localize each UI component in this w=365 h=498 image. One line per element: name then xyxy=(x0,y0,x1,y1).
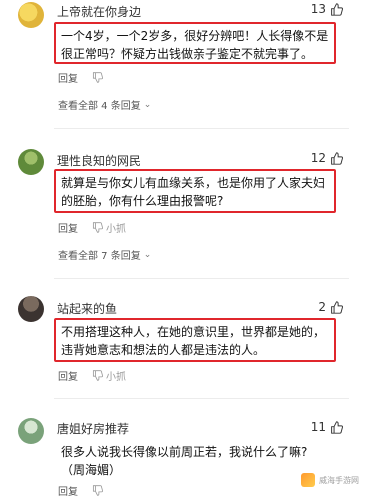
reply-button[interactable]: 回复 xyxy=(58,70,78,85)
like-button[interactable]: 12 xyxy=(311,151,343,165)
dislike-button[interactable]: 小抓 xyxy=(92,368,126,383)
comment-actions: 回复 小抓 xyxy=(58,220,126,235)
like-count: 2 xyxy=(318,300,326,314)
divider xyxy=(54,278,349,279)
reply-button[interactable]: 回复 xyxy=(58,220,78,235)
like-count: 13 xyxy=(310,2,326,16)
watermark-text: 威海手游网 xyxy=(319,475,359,485)
chevron-down-icon: ⌄ xyxy=(143,249,152,260)
reply-button[interactable]: 回复 xyxy=(58,368,78,383)
thumbs-up-icon xyxy=(330,151,343,165)
view-replies-label: 查看全部 4 条回复 xyxy=(58,101,141,112)
username[interactable]: 站起来的鱼 xyxy=(57,300,117,317)
comment-actions: 回复 xyxy=(58,483,103,498)
divider xyxy=(54,398,349,399)
like-button[interactable]: 13 xyxy=(311,2,343,16)
thumbs-down-icon xyxy=(92,72,103,83)
thumbs-down-icon xyxy=(92,222,103,233)
divider xyxy=(54,128,349,129)
view-replies-label: 查看全部 7 条回复 xyxy=(58,251,141,262)
username[interactable]: 上帝就在你身边 xyxy=(57,3,141,20)
comment-text: 很多人说我长得像以前周正若，我说什么了嘛?（周海媚） xyxy=(61,445,308,477)
like-count: 12 xyxy=(310,151,326,165)
username[interactable]: 唐姐好房推荐 xyxy=(57,420,129,437)
dislike-button[interactable] xyxy=(92,485,103,496)
dislike-label: 小抓 xyxy=(106,372,126,383)
thumbs-up-icon xyxy=(330,300,343,314)
chevron-down-icon: ⌄ xyxy=(143,99,152,110)
avatar[interactable] xyxy=(18,2,44,28)
thumbs-down-icon xyxy=(92,370,103,381)
view-all-replies[interactable]: 查看全部 4 条回复 ⌄ xyxy=(58,97,152,113)
thumbs-up-icon xyxy=(330,2,343,16)
comment-actions: 回复 小抓 xyxy=(58,368,126,383)
dislike-label: 小抓 xyxy=(106,224,126,235)
reply-button[interactable]: 回复 xyxy=(58,483,78,498)
comment-text: 一个4岁，一个2岁多，很好分辨吧！人长得像不是很正常吗？怀疑方出钱做亲子鉴定不就… xyxy=(54,22,336,64)
dislike-button[interactable] xyxy=(92,72,103,83)
watermark-logo-icon xyxy=(301,473,315,487)
comment-actions: 回复 xyxy=(58,70,103,85)
username[interactable]: 理性良知的网民 xyxy=(57,152,141,169)
watermark: 威海手游网 xyxy=(301,473,359,487)
avatar[interactable] xyxy=(18,149,44,175)
comment-text: 就算是与你女儿有血缘关系，也是你用了人家夫妇的胚胎，你有什么理由报警呢? xyxy=(54,169,336,213)
avatar[interactable] xyxy=(18,418,44,444)
thumbs-down-icon xyxy=(92,485,103,496)
thumbs-up-icon xyxy=(330,420,343,434)
like-count: 11 xyxy=(310,420,326,434)
view-all-replies[interactable]: 查看全部 7 条回复 ⌄ xyxy=(58,247,152,263)
dislike-button[interactable]: 小抓 xyxy=(92,220,126,235)
like-button[interactable]: 2 xyxy=(318,300,343,314)
comment-text: 不用搭理这种人，在她的意识里，世界都是她的，违背她意志和想法的人都是违法的人。 xyxy=(54,318,336,362)
avatar[interactable] xyxy=(18,296,44,322)
like-button[interactable]: 11 xyxy=(311,420,343,434)
